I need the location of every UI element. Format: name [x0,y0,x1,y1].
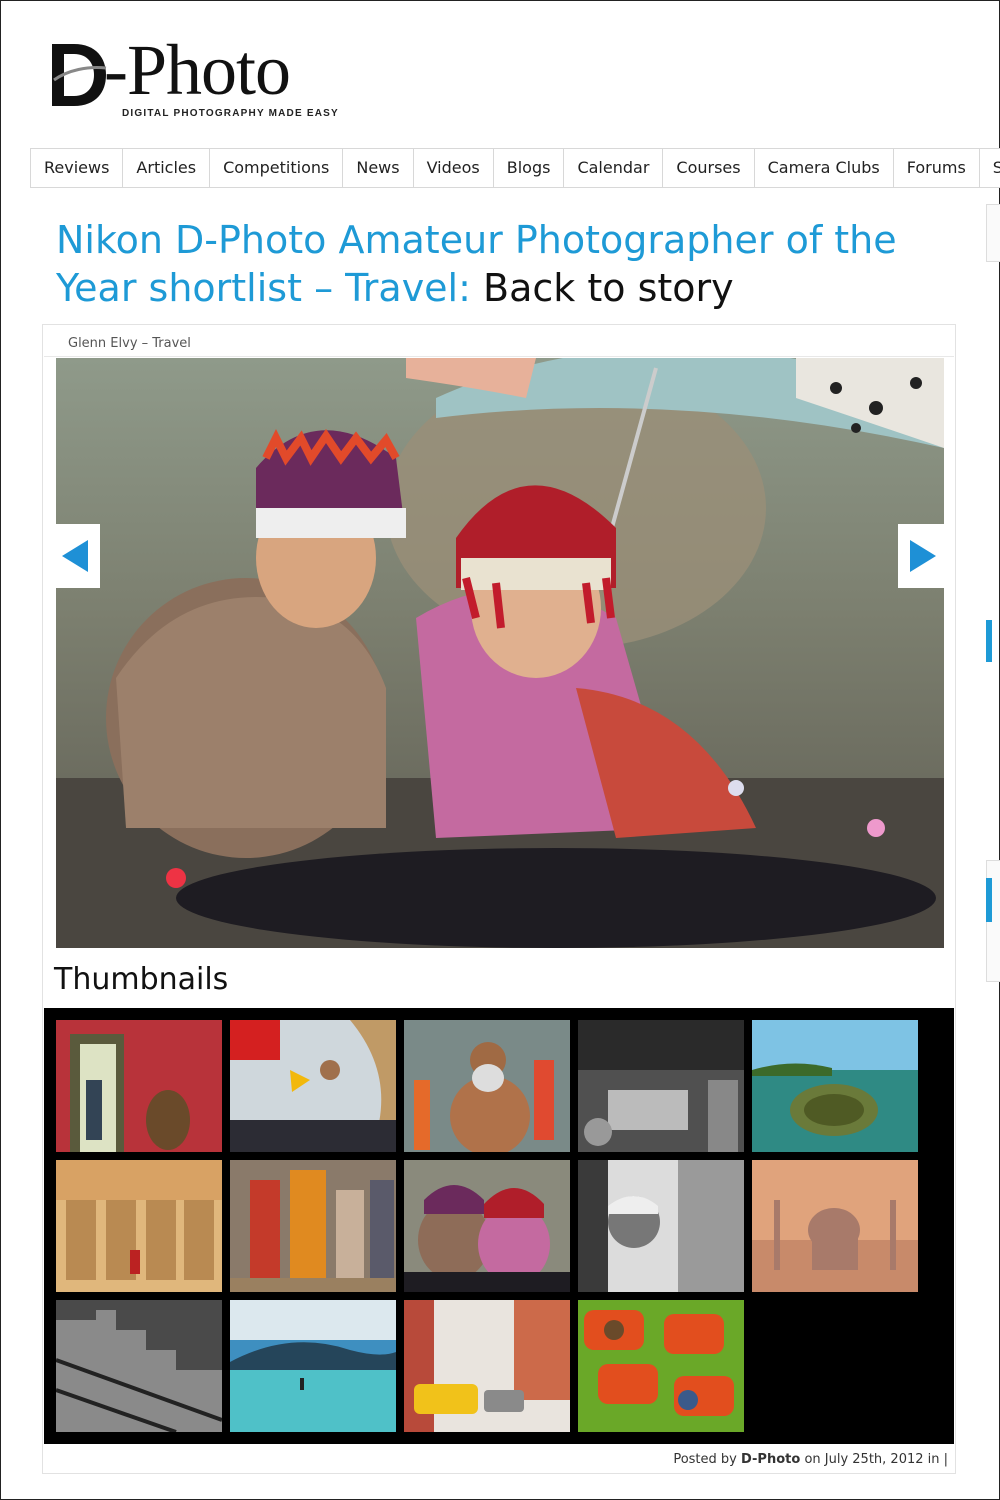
thumbnail-10-image [752,1160,918,1292]
thumbnail-3-image [404,1020,570,1152]
nav-item-blogs[interactable]: Blogs [494,149,565,187]
nav-item-competitions[interactable]: Competitions [210,149,344,187]
next-photo-button[interactable] [898,524,944,588]
sidebar-accent-bar [986,620,992,662]
post-meta: Posted by D-Photo on July 25th, 2012 in … [673,1452,948,1467]
logo-d-emblem-icon [52,44,107,106]
thumbnail-13[interactable] [404,1300,570,1432]
thumbnail-4[interactable] [578,1020,744,1152]
main-nav: Reviews Articles Competitions News Video… [30,148,1000,188]
thumbnail-7-image [230,1160,396,1292]
thumbnail-1[interactable] [56,1020,222,1152]
nav-item-calendar[interactable]: Calendar [564,149,664,187]
nav-item-shop[interactable]: Sh [980,149,1000,187]
thumbnail-14-image [578,1300,744,1432]
sidebar-edge-box [986,204,1000,262]
thumbnail-10[interactable] [752,1160,918,1292]
thumbnail-11-image [56,1300,222,1432]
thumbnail-9-image [578,1160,744,1292]
post-date: on July 25th, 2012 in | [804,1452,948,1467]
nav-item-articles[interactable]: Articles [123,149,211,187]
thumbnail-8[interactable] [404,1160,570,1292]
thumbnails-heading: Thumbnails [54,962,229,997]
posted-by-label: Posted by [673,1452,737,1467]
thumbnail-2[interactable] [230,1020,396,1152]
photo-caption: Glenn Elvy – Travel [68,336,191,351]
thumbnail-12[interactable] [230,1300,396,1432]
thumbnail-2-image [230,1020,396,1152]
previous-photo-button[interactable] [54,524,100,588]
post-author-link[interactable]: D-Photo [741,1452,800,1467]
nav-item-forums[interactable]: Forums [894,149,980,187]
nav-item-courses[interactable]: Courses [663,149,755,187]
sidebar-accent-bar-lower [986,878,992,922]
nav-item-videos[interactable]: Videos [414,149,494,187]
thumbnail-14[interactable] [578,1300,744,1432]
nav-item-camera-clubs[interactable]: Camera Clubs [755,149,894,187]
thumbnail-9[interactable] [578,1160,744,1292]
logo-tagline: DIGITAL PHOTOGRAPHY MADE EASY [122,108,339,119]
arrow-right-icon [910,540,936,572]
arrow-left-icon [62,540,88,572]
photo-caption-bar: Glenn Elvy – Travel [44,328,954,357]
nav-item-reviews[interactable]: Reviews [31,149,124,187]
back-to-story-link[interactable]: Back to story [483,266,734,310]
thumbnail-4-image [578,1020,744,1152]
nav-item-news[interactable]: News [343,149,414,187]
thumbnail-1-image [56,1020,222,1152]
thumbnail-3[interactable] [404,1020,570,1152]
thumbnail-11[interactable] [56,1300,222,1432]
thumbnail-5-image [752,1020,918,1152]
main-photo [56,358,944,948]
site-logo[interactable]: -Photo DIGITAL PHOTOGRAPHY MADE EASY [48,32,348,126]
thumbnail-13-image [404,1300,570,1432]
main-photo-image [56,358,944,948]
logo-wordmark: -Photo [104,30,291,110]
thumbnail-grid [44,1008,954,1444]
thumbnail-6-image [56,1160,222,1292]
thumbnail-12-image [230,1300,396,1432]
page-title: Nikon D-Photo Amateur Photographer of th… [56,216,936,312]
thumbnail-7[interactable] [230,1160,396,1292]
thumbnail-5[interactable] [752,1020,918,1152]
thumbnail-8-image [404,1160,570,1292]
page-title-text: Nikon D-Photo Amateur Photographer of th… [56,218,897,310]
thumbnail-6[interactable] [56,1160,222,1292]
